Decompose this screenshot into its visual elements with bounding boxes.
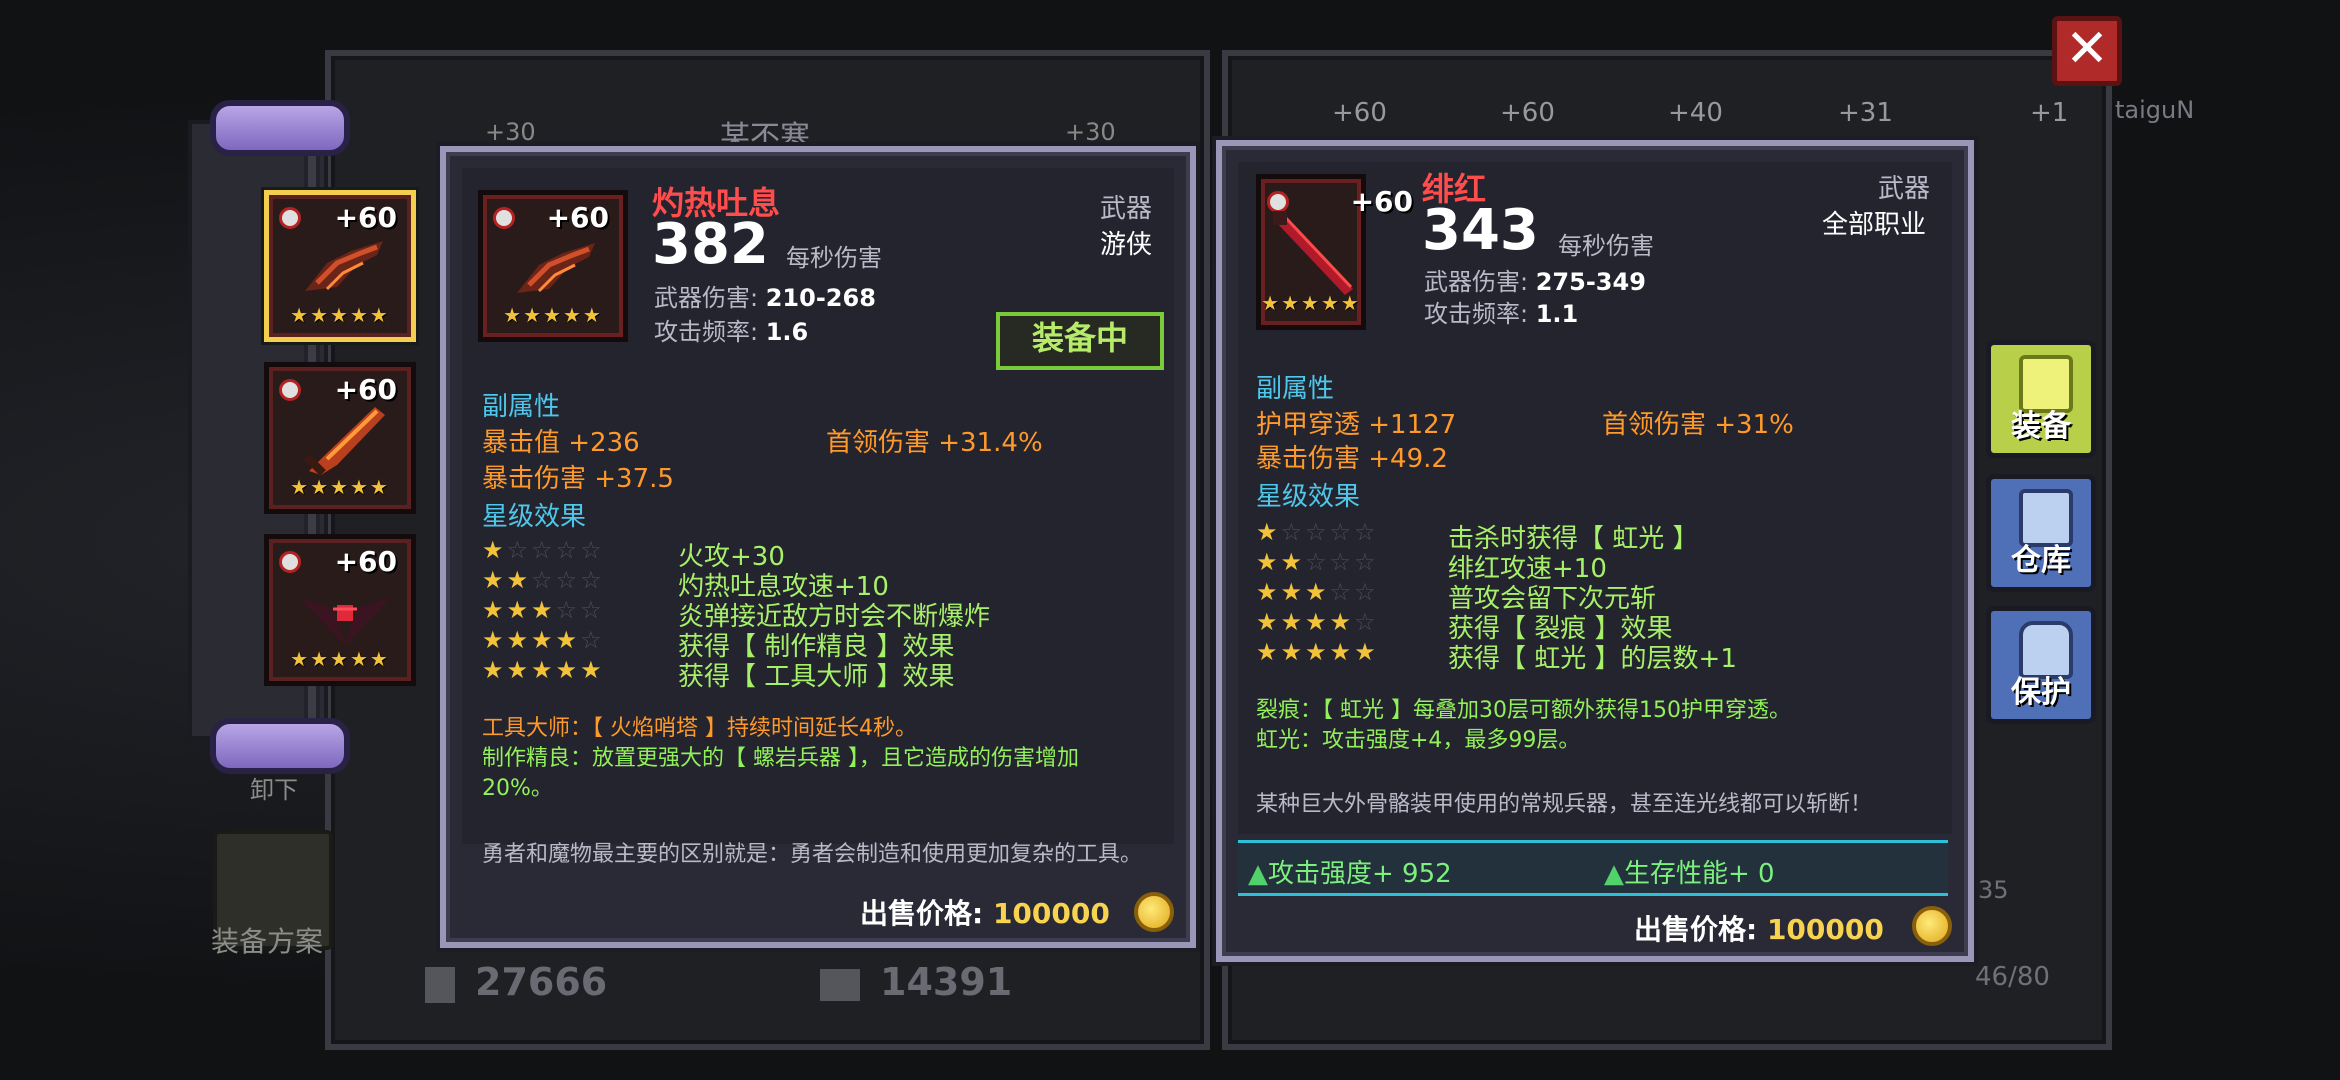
flame-sword-icon <box>304 407 385 476</box>
weapon-damage: 武器伤害: 275-349 <box>1424 268 1646 296</box>
equip-plan-label: 装备方案 <box>211 925 324 958</box>
tab-equipment[interactable]: 装备 <box>1986 340 2096 458</box>
star-effect-row-4: ★★★★☆ <box>482 626 605 654</box>
icon-level: +60 <box>546 201 609 234</box>
star-effect-row-2: ★★☆☆☆ <box>482 566 605 594</box>
weapon-damage: 武器伤害: 210-268 <box>654 284 876 312</box>
star-effect-row-1: ★☆☆☆☆ <box>482 536 605 564</box>
tab-protect[interactable]: 保护 <box>1986 606 2096 724</box>
dps-label: 每秒伤害 <box>786 244 882 272</box>
substat-2: 首领伤害 +31.4% <box>826 428 1043 458</box>
right-tab-strip: +60 +60 +40 +31 +1 <box>1250 92 2100 138</box>
right-tab-3[interactable]: +40 <box>1668 98 1723 128</box>
attack-compare: ▲攻击强度+ 952 <box>1248 859 1452 889</box>
star-effects-title: 星级效果 <box>1256 482 1361 512</box>
left-tab-top-2[interactable]: +30 <box>1065 118 1116 146</box>
scroll-cap-top <box>210 100 350 156</box>
right-tab-4[interactable]: +31 <box>1838 98 1893 128</box>
icon-stars: ★★★★★ <box>503 303 603 327</box>
effect-note-2a: 制作精良：放置更强大的【 螺岩兵器 】，且它造成的伤害增加 <box>482 746 1079 771</box>
right-tab-1[interactable]: +60 <box>1332 98 1387 128</box>
inventory-side-num: 35 <box>1978 876 2009 904</box>
star-effect-row-5: ★★★★★ <box>482 656 605 684</box>
substat-1: 护甲穿透 +1127 <box>1256 410 1457 440</box>
star-effect-text-5: 获得【 虹光 】的层数+1 <box>1448 644 1737 674</box>
item-stars: ★★★★★ <box>290 475 390 499</box>
substats-title: 副属性 <box>1256 374 1335 404</box>
dps-value: 382 <box>652 212 769 277</box>
hp-stat: 14391 <box>820 960 1012 1004</box>
survival-compare: ▲生存性能+ 0 <box>1604 859 1775 889</box>
dark-helm-icon <box>299 597 391 645</box>
rarity-gem-icon <box>279 551 301 573</box>
icon-stars: ★★★★★ <box>1261 291 1361 315</box>
compare-item-icon: +60 ★★★★★ <box>1256 174 1413 330</box>
gold-coin-icon <box>1912 906 1952 946</box>
right-tab-5[interactable]: +1 <box>2030 98 2068 128</box>
rarity-gem-icon <box>279 379 301 401</box>
item-level: +60 <box>334 545 397 578</box>
item-slot-3[interactable]: +60 ★★★★★ <box>264 534 416 686</box>
sell-price: 出售价格: 100000 <box>1634 913 1884 946</box>
effect-note-2: 虹光：攻击强度+4，最多99层。 <box>1256 728 1581 753</box>
flame-gauntlet-icon <box>517 243 595 293</box>
crimson-blade-icon <box>1273 211 1353 295</box>
player-name: taiguN <box>2115 96 2195 124</box>
rarity-gem-icon <box>493 207 515 229</box>
star-effects-title: 星级效果 <box>482 502 587 532</box>
effect-note-1: 裂痕：【 虹光 】每叠加30层可额外获得150护甲穿透。 <box>1256 698 1791 723</box>
substat-3: 暴击伤害 +49.2 <box>1256 444 1448 474</box>
star-effect-text-5: 获得【 工具大师 】效果 <box>678 662 955 692</box>
item-type: 武器 <box>1878 174 1931 204</box>
equipped-item-icon: +60 ★★★★★ <box>478 190 628 342</box>
star-effect-row-2: ★★☆☆☆ <box>1256 548 1379 576</box>
star-effect-row-3: ★★★☆☆ <box>1256 578 1379 606</box>
arrow-up-icon: ▲ <box>1604 859 1624 889</box>
item-slot-2[interactable]: +60 ★★★★★ <box>264 362 416 514</box>
close-button[interactable]: ✕ <box>2052 16 2122 86</box>
equipped-item-tooltip: +60 ★★★★★ 灼热吐息 382 每秒伤害 武器伤害: 210-268 攻击… <box>440 146 1196 948</box>
flavor-text: 勇者和魔物最主要的区别就是：勇者会制造和使用更加复杂的工具。 <box>482 842 1143 867</box>
left-tab-top-1[interactable]: +30 <box>485 118 536 146</box>
star-effect-row-1: ★☆☆☆☆ <box>1256 518 1379 546</box>
rarity-gem-icon <box>279 207 301 229</box>
substat-1: 暴击值 +236 <box>482 428 640 458</box>
flavor-text: 某种巨大外骨骼装甲使用的常规兵器，甚至连光线都可以斩断！ <box>1256 792 1873 817</box>
arrow-up-icon: ▲ <box>1248 859 1268 889</box>
dps-label: 每秒伤害 <box>1558 232 1654 260</box>
substat-2: 首领伤害 +31% <box>1602 410 1794 440</box>
item-type: 武器 <box>1100 194 1153 224</box>
item-slot-1[interactable]: +60 ★★★★★ <box>264 190 416 342</box>
item-stars: ★★★★★ <box>290 303 390 327</box>
item-class: 游侠 <box>1100 230 1153 260</box>
scroll-cap-bottom <box>210 718 350 774</box>
effect-note-2b: 20%。 <box>482 776 553 801</box>
compare-bar: ▲攻击强度+ 952 ▲生存性能+ 0 <box>1238 840 1948 896</box>
attack-speed: 攻击频率: 1.6 <box>654 318 809 346</box>
compare-item-tooltip: +60 ★★★★★ 绯红 343 每秒伤害 武器伤害: 275-349 攻击频率… <box>1216 140 1974 962</box>
flame-gauntlet-icon <box>305 241 383 291</box>
right-tab-2[interactable]: +60 <box>1500 98 1555 128</box>
effect-note-1: 工具大师：【 火焰哨塔 】持续时间延长4秒。 <box>482 716 917 741</box>
gold-coin-icon <box>1134 892 1174 932</box>
substats-title: 副属性 <box>482 392 561 422</box>
item-stars: ★★★★★ <box>290 647 390 671</box>
star-effect-row-3: ★★★☆☆ <box>482 596 605 624</box>
sell-price: 出售价格: 100000 <box>860 897 1110 930</box>
star-effect-row-4: ★★★★☆ <box>1256 608 1379 636</box>
attack-speed: 攻击频率: 1.1 <box>1424 300 1579 328</box>
equipped-badge: 装备中 <box>996 312 1164 370</box>
substat-3: 暴击伤害 +37.5 <box>482 464 674 494</box>
heart-icon <box>820 968 860 1001</box>
tab-warehouse[interactable]: 仓库 <box>1986 474 2096 592</box>
item-level: +60 <box>334 201 397 234</box>
unequip-label[interactable]: 卸下 <box>250 770 298 805</box>
shield-icon <box>425 966 455 1003</box>
equip-plan-button[interactable]: 装备方案 <box>211 830 333 958</box>
dps-value: 343 <box>1422 198 1539 263</box>
star-effect-row-5: ★★★★★ <box>1256 638 1379 666</box>
defense-stat: 27666 <box>425 960 607 1004</box>
inventory-count: 46/80 <box>1975 962 2050 992</box>
item-class: 全部职业 <box>1822 210 1927 240</box>
